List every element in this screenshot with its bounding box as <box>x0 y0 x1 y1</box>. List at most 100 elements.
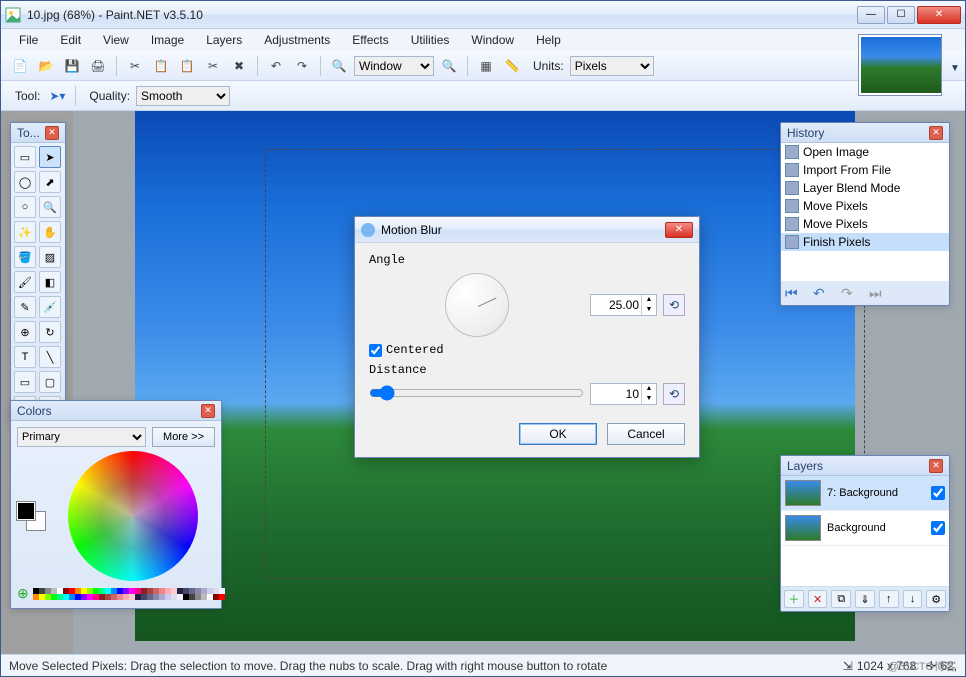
spin-down-icon[interactable]: ▼ <box>641 305 656 315</box>
close-icon[interactable]: ✕ <box>201 404 215 418</box>
image-thumbnail[interactable] <box>858 34 942 96</box>
redo-icon[interactable]: ↷ <box>841 285 861 301</box>
crop-button[interactable]: ✂ <box>202 55 224 77</box>
angle-input[interactable] <box>591 295 641 315</box>
history-item[interactable]: Open Image <box>781 143 949 161</box>
open-button[interactable]: 📂 <box>35 55 57 77</box>
cut-button[interactable]: ✂ <box>124 55 146 77</box>
history-item[interactable]: Move Pixels <box>781 197 949 215</box>
merge-down-button[interactable]: ⇓ <box>855 590 875 608</box>
delete-layer-button[interactable]: ✕ <box>808 590 828 608</box>
menu-file[interactable]: File <box>9 31 48 49</box>
minimize-button[interactable]: — <box>857 6 885 24</box>
distance-slider[interactable] <box>369 385 584 404</box>
menu-image[interactable]: Image <box>141 31 194 49</box>
forward-icon[interactable]: ⏭ <box>869 285 889 301</box>
rewind-icon[interactable]: ⏮ <box>785 285 805 301</box>
clone-stamp-tool[interactable]: ⊕ <box>14 321 36 343</box>
new-button[interactable]: 📄 <box>9 55 31 77</box>
eraser-tool[interactable]: ◧ <box>39 271 61 293</box>
cancel-button[interactable]: Cancel <box>607 423 685 445</box>
dialog-close-button[interactable]: ✕ <box>665 222 693 238</box>
history-panel[interactable]: History ✕ Open ImageImport From FileLaye… <box>780 122 950 306</box>
close-icon[interactable]: ✕ <box>929 459 943 473</box>
print-button[interactable]: 🖨 <box>87 55 109 77</box>
menu-edit[interactable]: Edit <box>50 31 91 49</box>
ok-button[interactable]: OK <box>519 423 597 445</box>
rounded-rect-tool[interactable]: ▢ <box>39 371 61 393</box>
colors-panel[interactable]: Colors ✕ Primary More >> ⊕ <box>10 400 222 609</box>
history-item[interactable]: Finish Pixels <box>781 233 949 251</box>
close-icon[interactable]: ✕ <box>45 126 59 140</box>
history-panel-title[interactable]: History ✕ <box>781 123 949 143</box>
rectangle-tool[interactable]: ▭ <box>14 371 36 393</box>
current-tool-icon[interactable]: ➤▾ <box>46 85 68 107</box>
deselect-button[interactable]: ✖ <box>228 55 250 77</box>
history-item[interactable]: Import From File <box>781 161 949 179</box>
zoom-select[interactable]: Window <box>354 56 434 76</box>
undo-button[interactable]: ↶ <box>265 55 287 77</box>
color-swatches[interactable] <box>17 502 45 530</box>
move-tool[interactable]: ⬈ <box>39 171 61 193</box>
history-list[interactable]: Open ImageImport From FileLayer Blend Mo… <box>781 143 949 281</box>
lasso-tool[interactable]: ◯ <box>14 171 36 193</box>
paintbrush-tool[interactable]: 🖌 <box>14 271 36 293</box>
primary-color-swatch[interactable] <box>17 502 35 520</box>
zoom-out-icon[interactable]: 🔍 <box>328 55 350 77</box>
paint-bucket-tool[interactable]: 🪣 <box>14 246 36 268</box>
history-item[interactable]: Move Pixels <box>781 215 949 233</box>
zoom-in-icon[interactable]: 🔍 <box>438 55 460 77</box>
color-palette[interactable] <box>33 588 225 600</box>
angle-spinner[interactable]: ▲▼ <box>590 294 657 316</box>
ruler-button[interactable]: 📏 <box>501 55 523 77</box>
menu-utilities[interactable]: Utilities <box>401 31 460 49</box>
distance-input[interactable] <box>591 384 641 404</box>
titlebar[interactable]: 10.jpg (68%) - Paint.NET v3.5.10 — ☐ ✕ <box>1 1 965 29</box>
undo-icon[interactable]: ↶ <box>813 285 833 301</box>
angle-reset-button[interactable]: ⟲ <box>663 294 685 316</box>
pencil-tool[interactable]: ✎ <box>14 296 36 318</box>
color-mode-select[interactable]: Primary <box>17 427 146 447</box>
menu-layers[interactable]: Layers <box>196 31 252 49</box>
duplicate-layer-button[interactable]: ⧉ <box>831 590 851 608</box>
copy-button[interactable]: 📋 <box>150 55 172 77</box>
recolor-tool[interactable]: ↻ <box>39 321 61 343</box>
layer-item[interactable]: Background <box>781 511 949 546</box>
layer-visibility-checkbox[interactable] <box>931 521 945 535</box>
distance-spinner[interactable]: ▲▼ <box>590 383 657 405</box>
grid-button[interactable]: ▦ <box>475 55 497 77</box>
move-down-button[interactable]: ↓ <box>903 590 923 608</box>
tools-panel-title[interactable]: To... ✕ <box>11 123 65 143</box>
maximize-button[interactable]: ☐ <box>887 6 915 24</box>
layer-visibility-checkbox[interactable] <box>931 486 945 500</box>
motion-blur-dialog[interactable]: Motion Blur ✕ Angle ▲▼ ⟲ Centered Distan… <box>354 216 700 458</box>
history-item[interactable]: Layer Blend Mode <box>781 179 949 197</box>
rect-select-tool[interactable]: ▭ <box>14 146 36 168</box>
move-selection-tool[interactable]: ➤ <box>39 146 61 168</box>
centered-checkbox[interactable] <box>369 344 382 357</box>
layers-panel[interactable]: Layers ✕ 7: BackgroundBackground ＋ ✕ ⧉ ⇓… <box>780 455 950 612</box>
tools-panel[interactable]: To... ✕ ▭ ➤ ◯ ⬈ ○ 🔍 ✨ ✋ 🪣 ▨ 🖌 ◧ ✎ 💉 ⊕ ↻ … <box>10 122 66 422</box>
paste-button[interactable]: 📋 <box>176 55 198 77</box>
color-wheel[interactable] <box>68 451 198 581</box>
menu-window[interactable]: Window <box>461 31 524 49</box>
layer-list[interactable]: 7: BackgroundBackground <box>781 476 949 586</box>
layers-panel-title[interactable]: Layers ✕ <box>781 456 949 476</box>
more-button[interactable]: More >> <box>152 427 215 447</box>
close-icon[interactable]: ✕ <box>929 126 943 140</box>
magic-wand-tool[interactable]: ✨ <box>14 221 36 243</box>
distance-reset-button[interactable]: ⟲ <box>663 383 685 405</box>
add-layer-button[interactable]: ＋ <box>784 590 804 608</box>
color-picker-tool[interactable]: 💉 <box>39 296 61 318</box>
spin-up-icon[interactable]: ▲ <box>641 295 656 305</box>
quality-select[interactable]: Smooth <box>136 86 230 106</box>
text-tool[interactable]: T <box>14 346 36 368</box>
layer-props-button[interactable]: ⚙ <box>926 590 946 608</box>
units-select[interactable]: Pixels <box>570 56 654 76</box>
save-button[interactable]: 💾 <box>61 55 83 77</box>
ellipse-select-tool[interactable]: ○ <box>14 196 36 218</box>
palette-swatch[interactable] <box>219 594 225 600</box>
redo-button[interactable]: ↷ <box>291 55 313 77</box>
menu-effects[interactable]: Effects <box>342 31 398 49</box>
line-tool[interactable]: ╲ <box>39 346 61 368</box>
